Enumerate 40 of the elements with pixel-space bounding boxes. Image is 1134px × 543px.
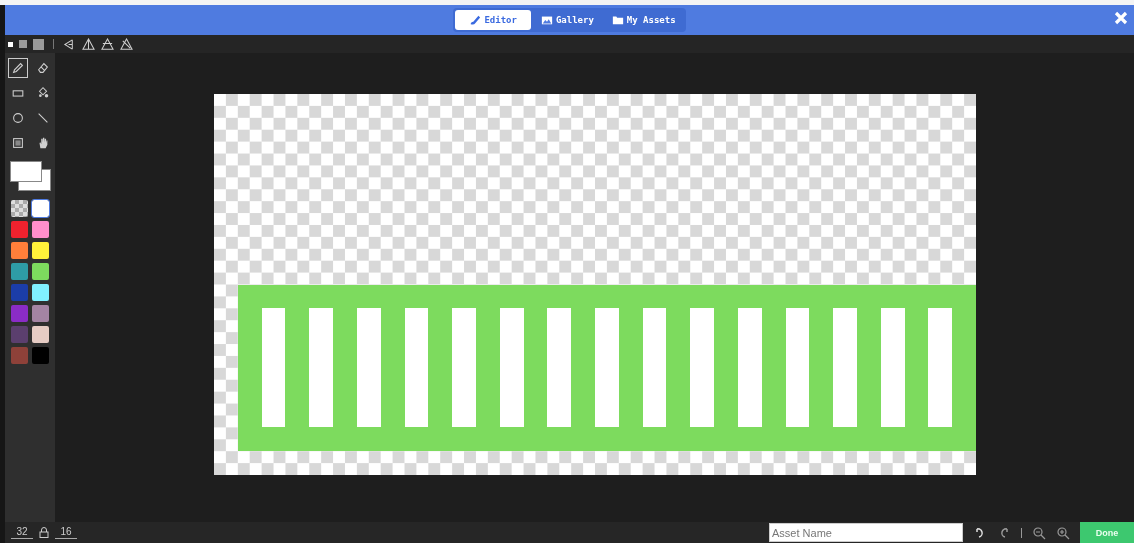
tab[interactable]: Gallery: [532, 10, 602, 30]
tab[interactable]: My Assets: [603, 10, 684, 30]
color-swatch[interactable]: [32, 305, 49, 322]
color-swatch[interactable]: [32, 284, 49, 301]
lock-icon[interactable]: [39, 527, 49, 538]
folder-icon: [611, 14, 624, 26]
color-preview[interactable]: [10, 161, 50, 191]
color-swatch[interactable]: [32, 200, 49, 217]
color-swatch[interactable]: [32, 326, 49, 343]
zoom-in-icon[interactable]: [1056, 525, 1070, 540]
mirror-icon[interactable]: [82, 37, 95, 51]
width-field[interactable]: 32: [11, 526, 33, 539]
zoom-out-icon[interactable]: [1032, 525, 1046, 540]
mirror-icon[interactable]: [63, 37, 76, 51]
color-swatch[interactable]: [32, 347, 49, 364]
brush-icon: [469, 14, 482, 26]
pencil-icon: [10, 61, 25, 75]
color-swatch[interactable]: [11, 242, 28, 259]
mirror-icon[interactable]: [101, 37, 114, 51]
circle-icon: [10, 111, 25, 125]
eraser-icon: [35, 61, 50, 75]
tab[interactable]: Editor: [455, 10, 531, 30]
color-swatch[interactable]: [32, 242, 49, 259]
color-swatch[interactable]: [11, 221, 28, 238]
color-swatch[interactable]: [11, 263, 28, 280]
color-swatch[interactable]: [32, 263, 49, 280]
height-field[interactable]: 16: [55, 526, 77, 539]
color-swatch[interactable]: [11, 347, 28, 364]
brush-size-button[interactable]: [8, 41, 13, 47]
image-icon: [540, 14, 553, 26]
color-swatch[interactable]: [11, 326, 28, 343]
color-swatch[interactable]: [11, 284, 28, 301]
transparent-swatch[interactable]: [11, 200, 28, 217]
close-icon[interactable]: [1114, 11, 1128, 25]
tool-button[interactable]: [7, 58, 28, 78]
asset-name-field[interactable]: Asset Name: [769, 523, 963, 542]
color-swatch[interactable]: [11, 305, 28, 322]
mirror-icon[interactable]: [120, 37, 133, 51]
square-icon: [10, 136, 25, 150]
color-swatch[interactable]: [32, 221, 49, 238]
